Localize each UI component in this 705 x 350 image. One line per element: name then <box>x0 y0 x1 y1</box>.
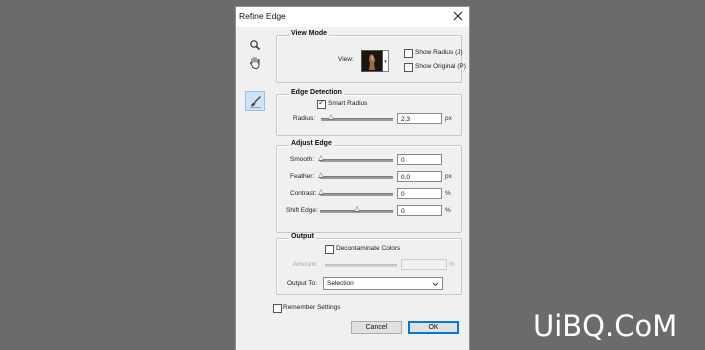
refine-radius-brush-button[interactable] <box>246 92 264 110</box>
remember-settings-checkbox[interactable] <box>273 304 282 313</box>
shift-edge-label: Shift Edge: <box>286 207 318 214</box>
contrast-input[interactable]: 0 <box>397 188 442 199</box>
show-original-label: Show Original (P) <box>415 63 466 70</box>
view-mode-dropdown[interactable]: ▾ <box>383 50 389 72</box>
refine-edge-dialog: Refine Edge View Mode View: ▾ Show Radiu… <box>236 7 469 350</box>
view-mode-thumbnail[interactable] <box>361 50 383 72</box>
view-label: View: <box>338 56 354 63</box>
output-to-select[interactable]: Selection <box>323 277 443 290</box>
zoom-tool-icon <box>250 40 261 51</box>
smooth-input[interactable]: 0 <box>397 154 442 165</box>
smooth-slider[interactable] <box>318 155 393 162</box>
close-button[interactable] <box>451 9 465 23</box>
chevron-down-icon: ▾ <box>384 59 387 65</box>
feather-unit: px <box>445 173 452 180</box>
view-preview-image <box>362 51 382 71</box>
title-bar[interactable]: Refine Edge <box>236 7 469 27</box>
shift-edge-unit: % <box>445 207 451 214</box>
view-mode-title: View Mode <box>289 30 330 37</box>
amount-label: Amount: <box>293 261 318 268</box>
shift-edge-input[interactable]: 0 <box>397 205 442 216</box>
cancel-button[interactable]: Cancel <box>351 321 402 334</box>
hand-tool-button[interactable] <box>246 53 264 71</box>
zoom-tool-button[interactable] <box>246 36 264 54</box>
feather-input[interactable]: 0.0 <box>397 171 442 182</box>
shift-edge-slider-thumb[interactable] <box>354 206 360 212</box>
output-to-value: Selection <box>327 280 354 287</box>
feather-slider[interactable] <box>318 172 393 179</box>
amount-slider[interactable] <box>325 264 397 267</box>
decontaminate-colors-checkbox[interactable] <box>325 245 334 254</box>
smooth-label: Smooth: <box>290 156 315 163</box>
view-mode-group: View Mode View: ▾ Show Radius (J) Show O… <box>276 30 466 83</box>
radius-slider-thumb[interactable] <box>328 114 334 120</box>
adjust-edge-group: Adjust Edge Smooth: 0 Feather: 0.0 px Co… <box>276 140 462 233</box>
remember-settings-label: Remember Settings <box>283 304 341 311</box>
smart-radius-checkbox[interactable] <box>317 98 326 109</box>
amount-unit: % <box>449 261 455 268</box>
contrast-slider[interactable] <box>318 189 393 196</box>
feather-label: Feather: <box>290 173 315 180</box>
contrast-unit: % <box>445 190 451 197</box>
radius-slider[interactable] <box>321 114 393 121</box>
ok-button[interactable]: OK <box>408 321 459 334</box>
hand-tool-icon <box>249 56 260 69</box>
feather-slider-thumb[interactable] <box>318 172 324 178</box>
edge-detection-title: Edge Detection <box>289 89 344 96</box>
smooth-slider-thumb[interactable] <box>318 155 324 161</box>
contrast-slider-thumb[interactable] <box>318 189 324 195</box>
output-title: Output <box>289 233 316 240</box>
show-original-checkbox[interactable] <box>404 63 413 72</box>
chevron-down-icon <box>432 278 439 295</box>
shift-edge-slider[interactable] <box>320 206 393 213</box>
contrast-label: Contrast: <box>290 190 317 197</box>
show-radius-checkbox[interactable] <box>404 49 413 58</box>
adjust-edge-title: Adjust Edge <box>289 140 334 147</box>
radius-unit: px <box>445 115 452 122</box>
smart-radius-label: Smart Radius <box>328 100 368 107</box>
refine-radius-brush-icon <box>249 95 261 108</box>
edge-detection-group: Edge Detection Smart Radius Radius: 2.3 … <box>276 89 462 136</box>
radius-input[interactable]: 2.3 <box>397 113 442 124</box>
output-group: Output Decontaminate Colors Amount: % Ou… <box>276 233 462 295</box>
watermark: UiBQ.CoM <box>533 309 678 343</box>
output-to-label: Output To: <box>287 280 317 287</box>
show-radius-label: Show Radius (J) <box>415 49 463 56</box>
radius-label: Radius: <box>293 115 316 122</box>
close-icon <box>453 11 463 21</box>
dialog-title: Refine Edge <box>239 11 286 21</box>
decontaminate-colors-label: Decontaminate Colors <box>336 245 401 252</box>
amount-input[interactable] <box>401 259 447 270</box>
